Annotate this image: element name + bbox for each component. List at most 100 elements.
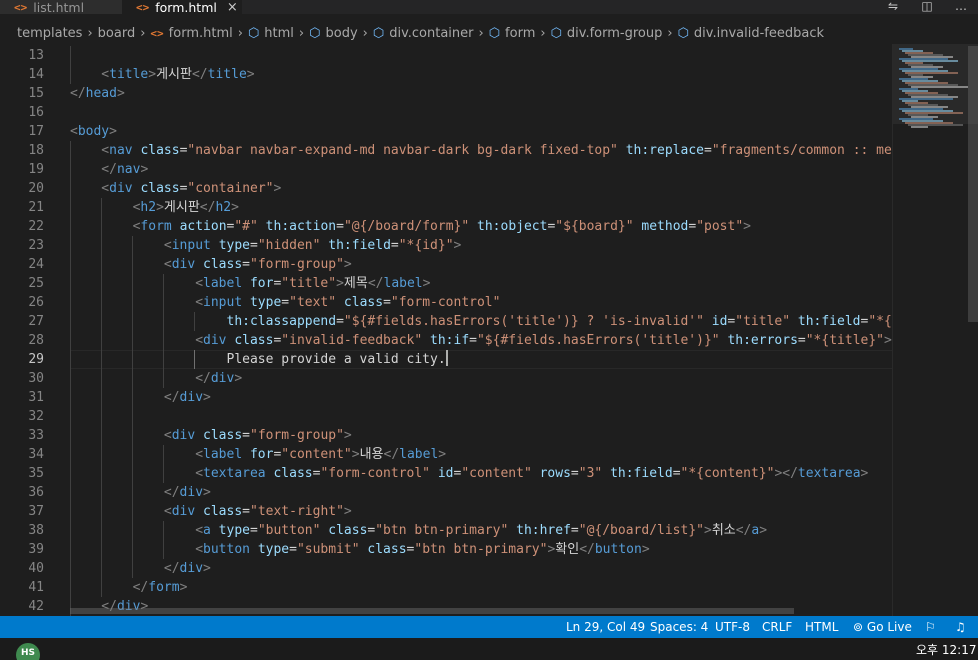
tab-form-html[interactable]: <> form.html ×	[122, 0, 242, 14]
breadcrumb-item[interactable]: templates	[17, 26, 82, 41]
indentation-status[interactable]: Spaces: 4	[650, 616, 708, 638]
code-token: >	[156, 200, 164, 215]
code-token: <	[163, 504, 172, 519]
avatar[interactable]: HS	[16, 643, 40, 660]
code-token: "invalid-feedback"	[281, 333, 423, 348]
element-symbol-icon: ⬡	[677, 25, 689, 41]
code-line[interactable]: 32	[0, 407, 892, 426]
code-line[interactable]: 36 </div>	[0, 483, 892, 502]
code-line[interactable]: 14 <title>게시판</title>	[0, 65, 892, 84]
code-line[interactable]: 27 th:classappend="${#fields.hasErrors('t…	[0, 312, 892, 331]
line-number: 25	[28, 276, 44, 291]
eol-status[interactable]: CRLF	[762, 616, 792, 638]
code-token: </	[163, 485, 180, 500]
code-token: <	[101, 181, 110, 196]
line-number: 15	[28, 86, 44, 101]
cursor-position[interactable]: Ln 29, Col 49	[566, 616, 645, 638]
code-text: <div class="form-group">	[164, 426, 352, 445]
code-token: nav	[109, 143, 133, 158]
code-token: th:if	[430, 333, 470, 348]
language-mode[interactable]: HTML	[805, 616, 838, 638]
code-text: <div class="form-group">	[164, 255, 352, 274]
code-token: </	[191, 67, 208, 82]
go-live-button[interactable]: ⊚ Go Live	[853, 616, 912, 638]
code-token: 취소	[711, 523, 736, 538]
code-line[interactable]: 18 <nav class = "navbar navbar-expand-md na…	[0, 141, 892, 160]
code-line[interactable]: 17 <body>	[0, 122, 892, 141]
breadcrumb-item[interactable]: <> form.html	[150, 26, 232, 41]
encoding-status[interactable]: UTF-8	[715, 616, 750, 638]
code-line[interactable]: 31 </div>	[0, 388, 892, 407]
code-token: <	[163, 257, 172, 272]
code-line[interactable]: 33 <div class="form-group">	[0, 426, 892, 445]
code-token: 내용	[359, 447, 384, 462]
breadcrumb-item[interactable]: ⬡ div.invalid-feedback	[678, 26, 824, 41]
code-line[interactable]: 29 Please provide a valid city.	[0, 350, 892, 369]
code-token: div	[171, 504, 196, 519]
code-token: button	[594, 542, 642, 557]
indent-guide	[132, 350, 133, 369]
code-token: >	[148, 67, 157, 82]
os-taskbar: HS 오후 12:17	[0, 638, 978, 660]
line-number: 33	[28, 428, 44, 443]
indent-guide	[70, 160, 71, 179]
code-line[interactable]: 41 </form>	[0, 578, 892, 597]
system-clock[interactable]: 오후 12:17	[916, 641, 976, 658]
indent-guide	[101, 350, 102, 369]
split-editor-icon[interactable]: ◫	[910, 0, 944, 14]
vertical-scrollbar[interactable]	[968, 46, 978, 322]
code-line[interactable]: 34 <label for="content">내용</label>	[0, 445, 892, 464]
compare-changes-icon[interactable]: ⇋	[876, 0, 910, 14]
code-line[interactable]: 39 <button type="submit" class="btn btn-p…	[0, 540, 892, 559]
code-token: <	[101, 67, 110, 82]
indent-guide	[70, 426, 71, 445]
code-line[interactable]: 24 <div class="form-group">	[0, 255, 892, 274]
tab-list-html[interactable]: <> list.html	[0, 0, 122, 14]
code-line[interactable]: 28 <div class="invalid-feedback" th:if="$…	[0, 331, 892, 350]
code-line[interactable]: 40 </div>	[0, 559, 892, 578]
code-token: <	[195, 333, 204, 348]
code-line[interactable]: 13	[0, 46, 892, 65]
code-line[interactable]: 23 <input type="hidden" th:field="*{id}">	[0, 236, 892, 255]
code-line[interactable]: 22 <form action="#" th:action="@{/board/f…	[0, 217, 892, 236]
breadcrumb-item[interactable]: ⬡ div.form-group	[551, 26, 663, 41]
feedback-icon[interactable]: ⚐	[925, 616, 936, 638]
line-number: 14	[28, 67, 44, 82]
code-line[interactable]: 20 <div class="container">	[0, 179, 892, 198]
close-icon[interactable]: ×	[227, 0, 238, 14]
code-token: 게시판	[156, 67, 192, 82]
breadcrumb-item[interactable]: ⬡ div.container	[373, 26, 474, 41]
breadcrumb-item[interactable]: ⬡ body	[309, 26, 358, 41]
code-token: th:errors	[727, 333, 798, 348]
code-token: button	[203, 542, 250, 557]
code-line[interactable]: 30 </div>	[0, 369, 892, 388]
code-line[interactable]: 35 <textarea class="form-control" id="con…	[0, 464, 892, 483]
line-number: 29	[28, 352, 44, 367]
code-line[interactable]: 38 <a type="button" class="btn btn-primar…	[0, 521, 892, 540]
breadcrumb-item[interactable]: ⬡ form	[489, 26, 536, 41]
code-line[interactable]: 19 </nav>	[0, 160, 892, 179]
code-token: =	[281, 295, 290, 310]
indent-guide	[101, 198, 102, 217]
line-number: 34	[28, 447, 44, 462]
notifications-bell-icon[interactable]: ♫	[955, 616, 966, 638]
code-line[interactable]: 21 <h2>게시판</h2>	[0, 198, 892, 217]
breadcrumb-item[interactable]: board	[98, 26, 136, 41]
more-actions-icon[interactable]: …	[944, 0, 978, 14]
code-line[interactable]: 26 <input type="text" class="form-control…	[0, 293, 892, 312]
code-token: >	[438, 447, 447, 462]
code-line[interactable]: 16	[0, 103, 892, 122]
code-line[interactable]: 15 </head>	[0, 84, 892, 103]
line-number: 41	[28, 580, 44, 595]
indent-guide	[163, 274, 164, 293]
horizontal-scrollbar[interactable]	[70, 608, 794, 614]
code-line[interactable]: 25 <label for="title">제목</label>	[0, 274, 892, 293]
code-editor[interactable]: 13 14 <title>게시판</title> 15 </head> 16 17 <body…	[0, 46, 892, 616]
indent-guide	[101, 255, 102, 274]
breadcrumb-item[interactable]: ⬡ html	[248, 26, 294, 41]
code-token: "form-group"	[250, 428, 344, 443]
code-token: <	[70, 124, 78, 139]
minimap[interactable]	[892, 44, 978, 616]
code-line[interactable]: 37 <div class="text-right">	[0, 502, 892, 521]
